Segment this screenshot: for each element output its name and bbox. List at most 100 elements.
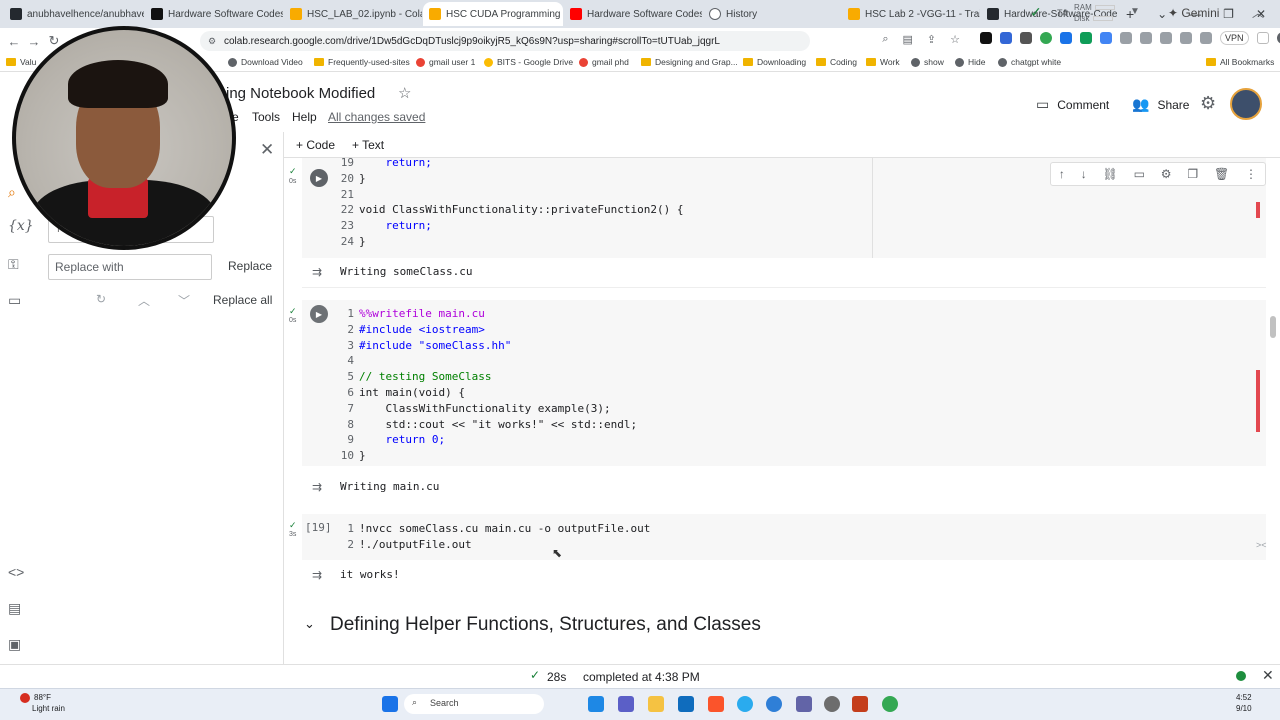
bookmark-item[interactable]: show bbox=[911, 57, 944, 67]
telegram-icon[interactable] bbox=[737, 696, 753, 712]
app-icon[interactable] bbox=[766, 696, 782, 712]
link-icon[interactable]: ⛓ bbox=[1103, 167, 1118, 181]
profile-icon[interactable] bbox=[1276, 32, 1280, 44]
bookmark-item[interactable]: Download Video bbox=[228, 57, 303, 67]
address-bar[interactable]: ⚙ colab.research.google.com/drive/1Dw5dG… bbox=[200, 31, 960, 51]
gemini-button[interactable]: ✦ Gemini bbox=[1168, 6, 1219, 20]
read-mode-icon[interactable]: ▤ bbox=[903, 33, 913, 46]
output-menu-icon[interactable]: ⇉ bbox=[312, 480, 322, 494]
forward-icon[interactable]: → bbox=[24, 34, 44, 49]
collapse-section-icon[interactable]: ⌄ bbox=[304, 616, 315, 632]
extension-icon[interactable] bbox=[1040, 32, 1052, 44]
comment-button[interactable]: ▭ Comment bbox=[1036, 96, 1109, 113]
browser-tab[interactable]: anubhavelhence/anubhavelhe bbox=[4, 2, 144, 26]
browser-tab[interactable]: Hardware Software Codesign bbox=[145, 2, 283, 26]
menu-tools[interactable]: Tools bbox=[252, 110, 280, 124]
extension-icon[interactable] bbox=[1080, 32, 1092, 44]
more-options-icon[interactable]: ⋮ bbox=[1245, 167, 1257, 181]
maximize-icon[interactable]: ❐ bbox=[1223, 7, 1234, 21]
extension-icon[interactable] bbox=[1160, 32, 1172, 44]
copilot-icon[interactable] bbox=[588, 696, 604, 712]
bookmark-item[interactable]: gmail phd bbox=[579, 57, 629, 67]
browser-tab-active[interactable]: HSC CUDA Programming✕ bbox=[423, 2, 563, 26]
extension-icon[interactable] bbox=[1020, 32, 1032, 44]
site-info-icon[interactable]: ⚙ bbox=[208, 36, 216, 47]
extension-icon[interactable] bbox=[1200, 32, 1212, 44]
sidebar-icon[interactable] bbox=[1256, 32, 1269, 44]
bookmark-item[interactable]: Coding bbox=[816, 57, 857, 67]
brave-icon[interactable] bbox=[708, 696, 724, 712]
bookmark-item[interactable]: BITS - Google Drive bbox=[484, 57, 573, 67]
taskbar-search[interactable]: ⌕ Search bbox=[404, 694, 544, 714]
teams-icon[interactable] bbox=[618, 696, 634, 712]
code-editor[interactable]: %%writefile main.cu #include <iostream> … bbox=[359, 306, 637, 464]
variables-icon[interactable]: {x} bbox=[8, 218, 34, 234]
vpn-badge[interactable]: VPN bbox=[1220, 31, 1249, 45]
avatar[interactable] bbox=[1230, 88, 1262, 120]
code-editor[interactable]: return; } void ClassWithFunctionality::p… bbox=[359, 155, 684, 250]
tab-search-icon[interactable]: ⌄ bbox=[1157, 7, 1167, 21]
bookmark-star-icon[interactable]: ☆ bbox=[950, 33, 960, 46]
command-palette-icon[interactable]: ▤ bbox=[8, 600, 21, 617]
terminal-icon[interactable]: ▣ bbox=[8, 636, 21, 653]
files-folder-icon[interactable]: ▭ bbox=[8, 292, 21, 309]
share-button[interactable]: 👥 Share bbox=[1132, 96, 1189, 113]
collapse-header-icon[interactable]: ︿ bbox=[1252, 4, 1264, 21]
extension-icon[interactable] bbox=[1100, 32, 1112, 44]
chrome-icon[interactable] bbox=[882, 696, 898, 712]
taskbar-clock[interactable]: 4:52 9/10 bbox=[1236, 692, 1252, 714]
replace-all-button[interactable]: Replace all bbox=[213, 293, 272, 307]
search-icon[interactable]: ⌕ bbox=[8, 184, 16, 201]
refresh-icon[interactable]: ↻ bbox=[96, 292, 106, 306]
code-snippets-icon[interactable]: <> bbox=[8, 564, 24, 580]
back-icon[interactable]: ← bbox=[4, 34, 24, 49]
bookmark-item[interactable]: Designing and Grap... bbox=[641, 57, 738, 67]
browser-tab[interactable]: History bbox=[703, 2, 841, 26]
extension-icon[interactable] bbox=[1120, 32, 1132, 44]
run-cell-button[interactable]: ▶ bbox=[310, 169, 328, 187]
add-code-button[interactable]: + Code bbox=[296, 138, 335, 152]
previous-match-icon[interactable]: ︿ bbox=[138, 292, 150, 309]
settings-app-icon[interactable] bbox=[824, 696, 840, 712]
mirror-cell-icon[interactable]: ❐ bbox=[1187, 167, 1198, 181]
resource-monitor[interactable]: RAM Disk bbox=[1074, 2, 1115, 24]
move-up-icon[interactable]: ↑ bbox=[1059, 167, 1065, 181]
code-editor[interactable]: !nvcc someClass.cu main.cu -o outputFile… bbox=[359, 521, 650, 553]
bookmark-item[interactable]: Hide bbox=[955, 57, 985, 67]
output-menu-icon[interactable]: ⇉ bbox=[312, 265, 322, 279]
extension-icon[interactable] bbox=[1000, 32, 1012, 44]
extension-icon[interactable] bbox=[980, 32, 992, 44]
add-text-button[interactable]: + Text bbox=[352, 138, 384, 152]
runtime-dropdown-icon[interactable]: ▼ bbox=[1130, 6, 1140, 17]
run-cell-button[interactable]: ▶ bbox=[310, 305, 328, 323]
bookmark-item[interactable]: gmail user 1 bbox=[416, 57, 475, 67]
star-icon[interactable]: ☆ bbox=[398, 84, 411, 102]
replace-button[interactable]: Replace bbox=[228, 259, 272, 273]
cell-chat-icon[interactable]: >< bbox=[1256, 540, 1267, 550]
move-down-icon[interactable]: ↓ bbox=[1081, 167, 1087, 181]
menu-help[interactable]: Help bbox=[292, 110, 317, 124]
bookmark-item[interactable]: Work bbox=[866, 57, 900, 67]
extension-icon[interactable] bbox=[1180, 32, 1192, 44]
app-icon[interactable] bbox=[796, 696, 812, 712]
extension-icon[interactable] bbox=[1060, 32, 1072, 44]
bookmark-item[interactable]: chatgpt white bbox=[998, 57, 1061, 67]
notebook-title[interactable]: ing Notebook Modified bbox=[226, 85, 375, 102]
secrets-key-icon[interactable]: ⚿ bbox=[8, 256, 19, 273]
scrollbar-thumb[interactable] bbox=[1270, 316, 1276, 338]
bookmark-item[interactable]: Valu bbox=[6, 57, 36, 67]
bookmark-item[interactable]: All Bookmarks bbox=[1206, 57, 1274, 67]
save-status[interactable]: All changes saved bbox=[328, 110, 425, 124]
zoom-icon[interactable]: ⌕ bbox=[882, 33, 888, 46]
extension-icon[interactable] bbox=[1140, 32, 1152, 44]
close-panel-icon[interactable]: ✕ bbox=[260, 140, 274, 160]
bookmark-item[interactable]: Frequently-used-sites bbox=[314, 57, 410, 67]
windows-start-icon[interactable] bbox=[382, 696, 398, 712]
share-page-icon[interactable]: ⇪ bbox=[927, 33, 936, 46]
browser-tab[interactable]: Hardware Software Codesign bbox=[564, 2, 702, 26]
powerpoint-icon[interactable] bbox=[852, 696, 868, 712]
bookmark-item[interactable]: Downloading bbox=[743, 57, 806, 67]
settings-icon[interactable]: ⚙ bbox=[1200, 93, 1216, 114]
browser-tab[interactable]: HSC_LAB_02.ipynb - Colab bbox=[284, 2, 422, 26]
weather-widget[interactable]: 88°F Light rain bbox=[20, 692, 65, 714]
